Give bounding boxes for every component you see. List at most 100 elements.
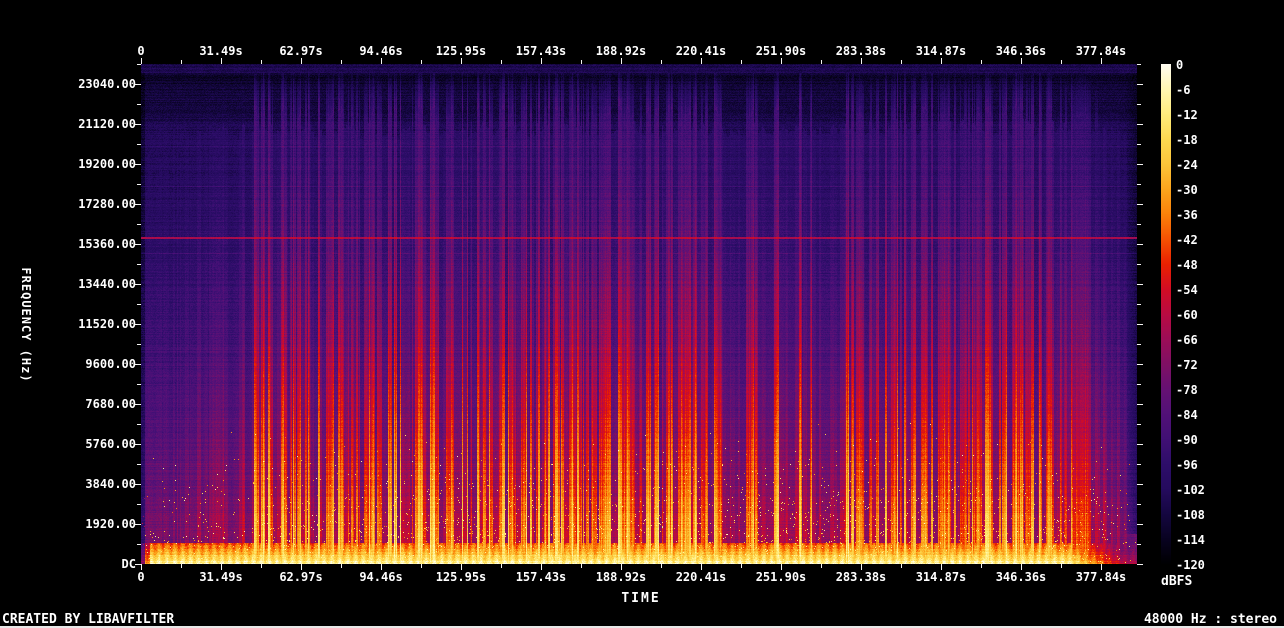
freq-tick-label: DC [121, 557, 136, 571]
legend-unit-label: dBFS [1161, 574, 1193, 589]
tick-mark [701, 564, 702, 570]
tick-mark [137, 184, 141, 185]
tick-mark [137, 264, 141, 265]
tick-mark [135, 524, 141, 525]
tick-mark [1137, 264, 1141, 265]
tick-mark [1137, 564, 1143, 565]
legend-tick-label: -30 [1176, 183, 1198, 197]
tick-mark [981, 564, 982, 568]
tick-mark [1137, 184, 1141, 185]
tick-mark [135, 164, 141, 165]
time-tick-label-bottom: 314.87s [915, 570, 967, 584]
tick-mark [381, 564, 382, 570]
footer-sample-rate: 48000 Hz : stereo [1143, 612, 1277, 627]
tick-mark [861, 58, 862, 64]
tick-mark [135, 204, 141, 205]
tick-mark [781, 58, 782, 64]
legend-tick-label: -102 [1176, 483, 1205, 497]
legend-tick-label: -108 [1176, 508, 1205, 522]
time-tick-label-top: 346.36s [995, 44, 1047, 58]
tick-mark [341, 564, 342, 568]
legend-gradient-canvas [1161, 64, 1171, 564]
spectrogram-image: FREQUENCY (Hz) TIME dBFS CREATED BY LIBA… [0, 0, 1284, 628]
time-tick-label-top: 157.43s [515, 44, 567, 58]
legend-tick-label: -6 [1176, 83, 1191, 97]
tick-mark [541, 564, 542, 570]
tick-mark [501, 60, 502, 64]
tick-mark [941, 58, 942, 64]
tick-mark [135, 484, 141, 485]
tick-mark [381, 58, 382, 64]
tick-mark [1137, 484, 1143, 485]
tick-mark [581, 60, 582, 64]
tick-mark [1137, 384, 1141, 385]
tick-mark [501, 564, 502, 568]
legend-tick-label: -84 [1176, 408, 1198, 422]
time-tick-label-bottom: 31.49s [199, 570, 243, 584]
tick-mark [137, 384, 141, 385]
tick-mark [135, 444, 141, 445]
time-tick-label-bottom: 188.92s [595, 570, 647, 584]
tick-mark [1137, 444, 1143, 445]
time-tick-label-top: 314.87s [915, 44, 967, 58]
legend-tick-label: -54 [1176, 283, 1198, 297]
tick-mark [1137, 224, 1141, 225]
freq-tick-label: 17280.00 [78, 197, 136, 211]
tick-mark [781, 564, 782, 570]
tick-mark [141, 564, 142, 570]
tick-mark [701, 58, 702, 64]
time-tick-label-bottom: 0 [137, 570, 145, 584]
tick-mark [135, 324, 141, 325]
tick-mark [901, 564, 902, 568]
tick-mark [135, 84, 141, 85]
tick-mark [221, 58, 222, 64]
time-tick-label-top: 283.38s [835, 44, 887, 58]
tick-mark [901, 60, 902, 64]
freq-tick-label: 11520.00 [78, 317, 136, 331]
tick-mark [421, 564, 422, 568]
tick-mark [135, 284, 141, 285]
legend-tick-label: -66 [1176, 333, 1198, 347]
tick-mark [137, 424, 141, 425]
time-tick-label-bottom: 62.97s [279, 570, 323, 584]
legend-tick-label: -120 [1176, 558, 1205, 572]
tick-mark [137, 224, 141, 225]
tick-mark [581, 564, 582, 568]
time-tick-label-top: 125.95s [435, 44, 487, 58]
tick-mark [137, 504, 141, 505]
time-tick-label-top: 188.92s [595, 44, 647, 58]
time-tick-label-bottom: 125.95s [435, 570, 487, 584]
tick-mark [221, 564, 222, 570]
tick-mark [137, 304, 141, 305]
freq-tick-label: 5760.00 [85, 437, 136, 451]
tick-mark [741, 564, 742, 568]
tick-mark [135, 404, 141, 405]
tick-mark [821, 564, 822, 568]
freq-tick-label: 13440.00 [78, 277, 136, 291]
tick-mark [661, 564, 662, 568]
tick-mark [541, 58, 542, 64]
time-tick-label-bottom: 157.43s [515, 570, 567, 584]
tick-mark [181, 564, 182, 568]
x-axis-title: TIME [621, 591, 661, 606]
tick-mark [1021, 58, 1022, 64]
legend-tick-label: 0 [1176, 58, 1184, 72]
tick-mark [981, 60, 982, 64]
tick-mark [1137, 304, 1141, 305]
tick-mark [135, 244, 141, 245]
tick-mark [1061, 564, 1062, 568]
tick-mark [181, 60, 182, 64]
footer-created-by: CREATED BY LIBAVFILTER [2, 612, 175, 627]
legend-tick-label: -114 [1176, 533, 1205, 547]
tick-mark [1101, 564, 1102, 570]
tick-mark [137, 544, 141, 545]
freq-tick-label: 15360.00 [78, 237, 136, 251]
tick-mark [301, 58, 302, 64]
tick-mark [301, 564, 302, 570]
tick-mark [1137, 324, 1143, 325]
tick-mark [135, 124, 141, 125]
tick-mark [621, 564, 622, 570]
time-tick-label-bottom: 251.90s [755, 570, 807, 584]
legend-tick-label: -90 [1176, 433, 1198, 447]
legend-tick-label: -36 [1176, 208, 1198, 222]
